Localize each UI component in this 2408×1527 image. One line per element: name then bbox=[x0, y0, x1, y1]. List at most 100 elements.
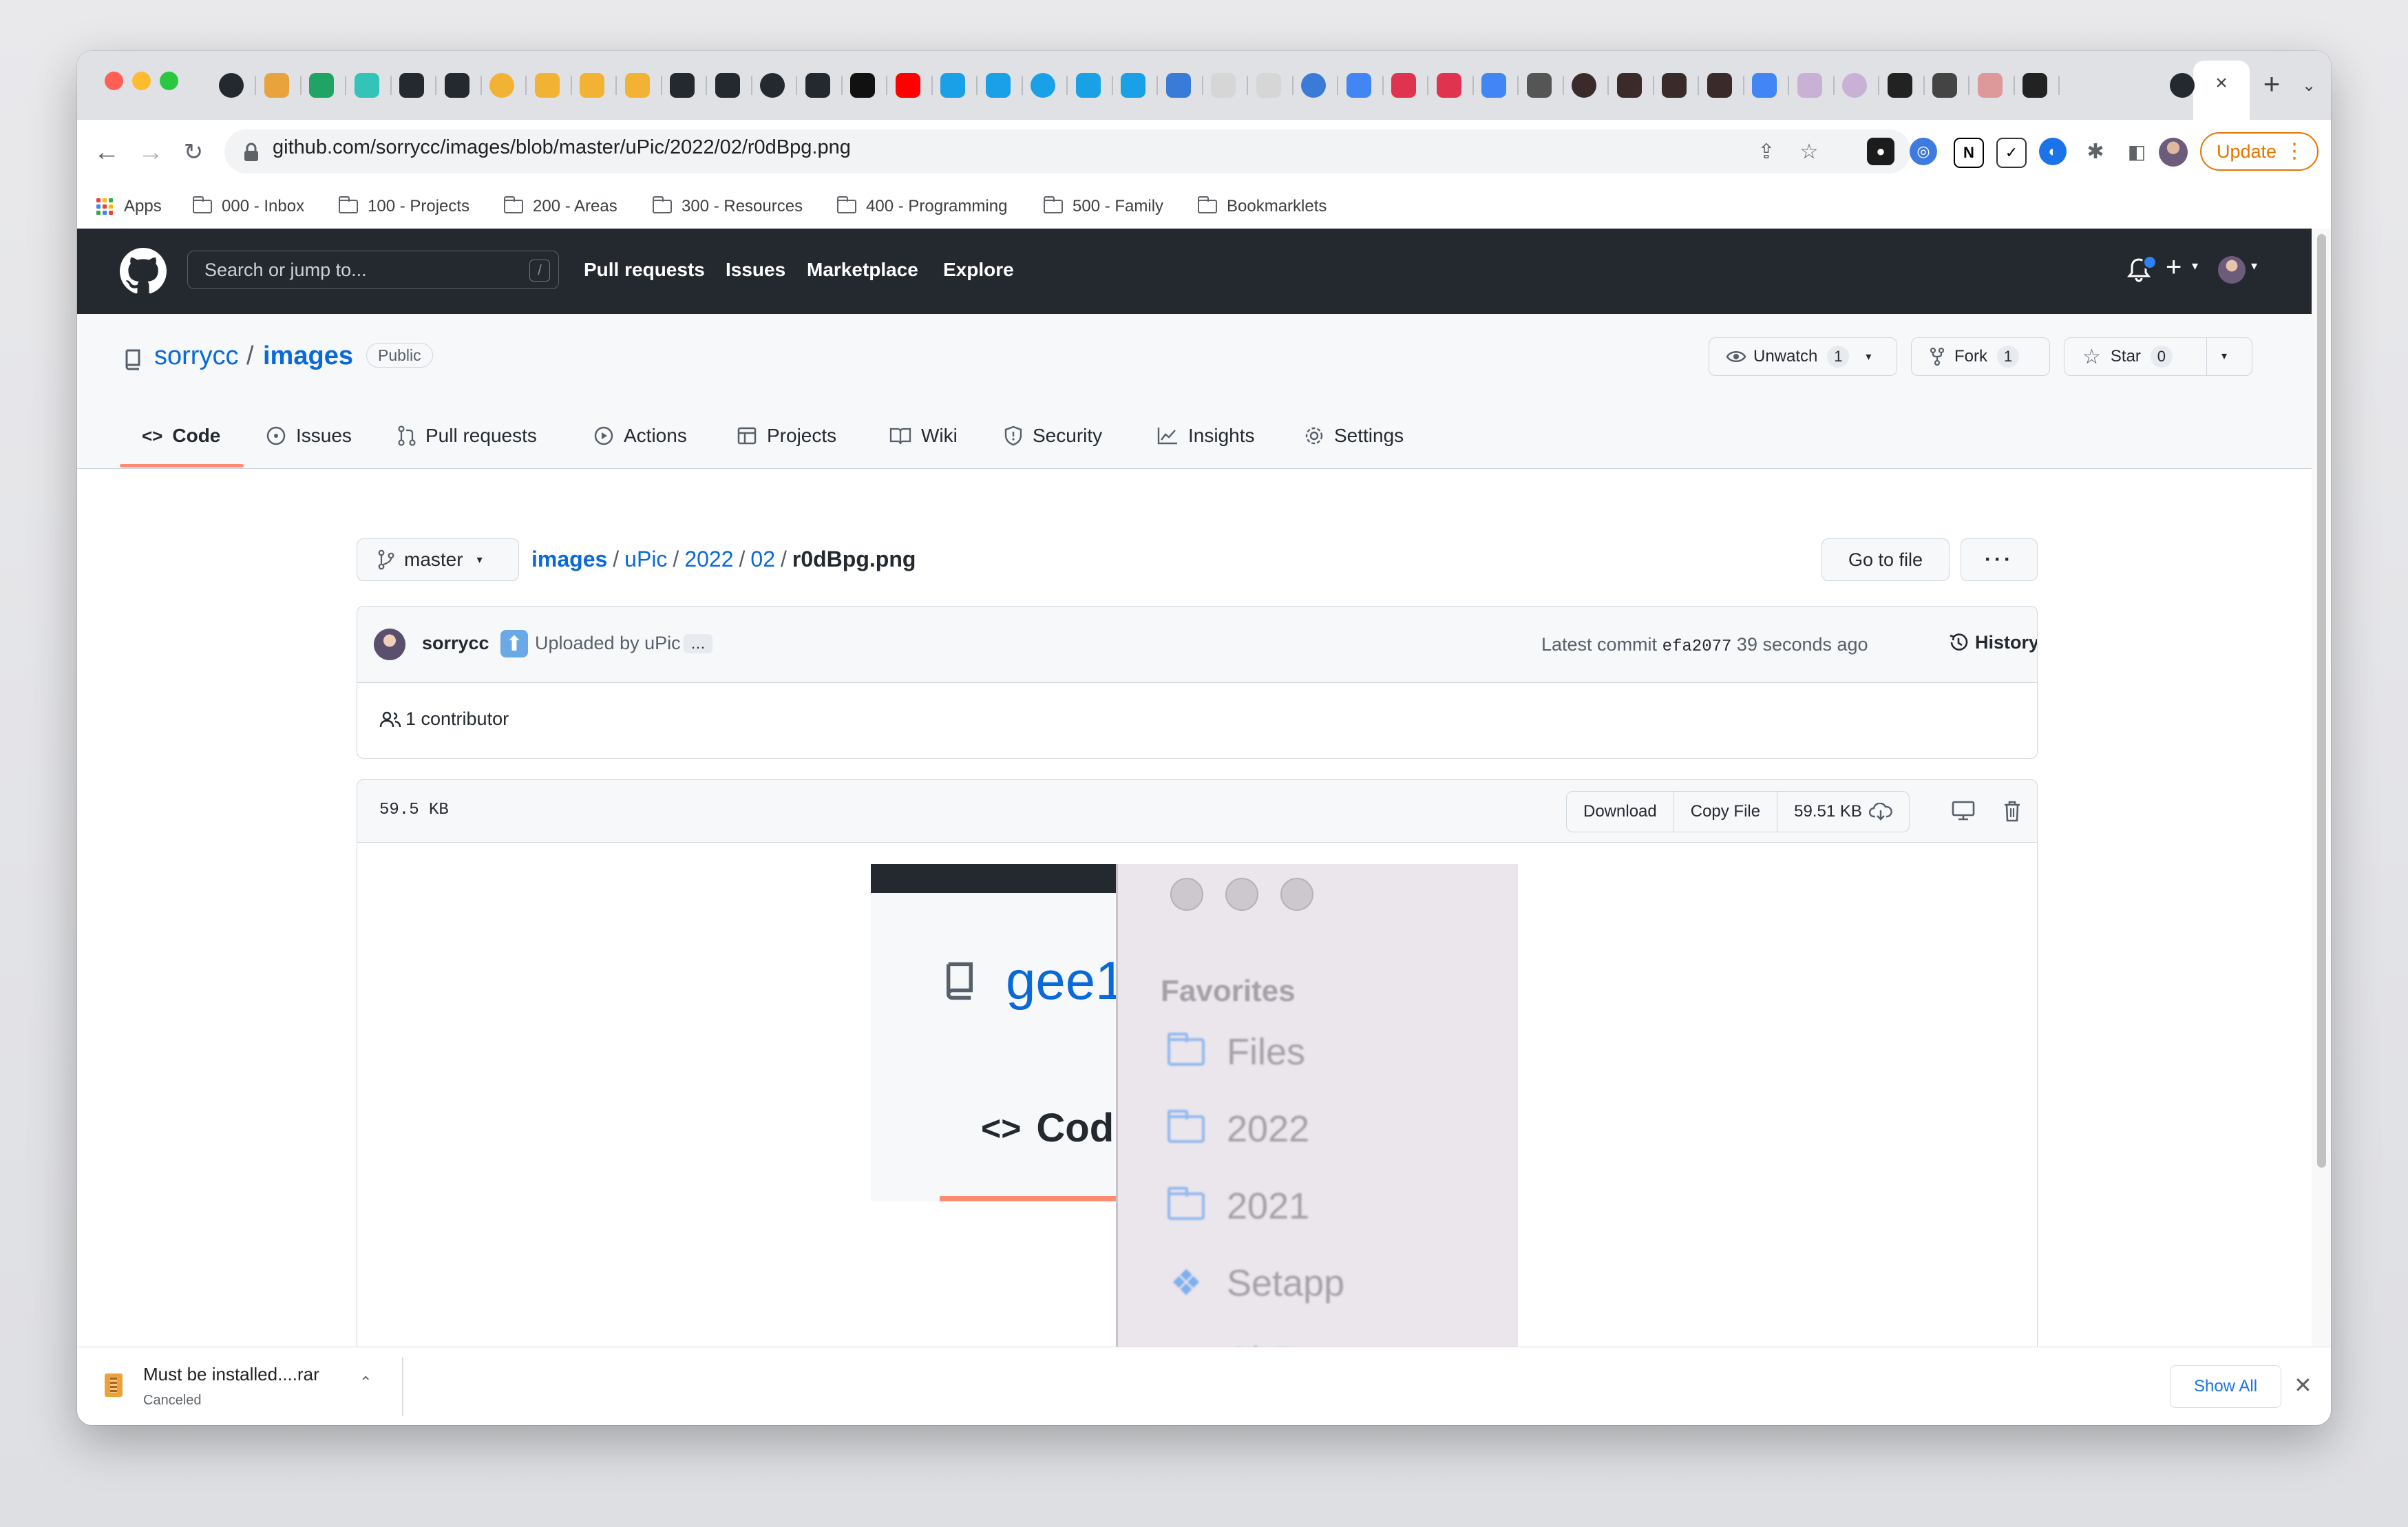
display-desktop-icon[interactable] bbox=[1952, 801, 1975, 821]
tab-favicon-icon[interactable] bbox=[1977, 73, 2003, 98]
chevron-down-icon[interactable]: ▾ bbox=[2192, 259, 2198, 273]
tab-favicon-icon[interactable] bbox=[1752, 73, 1777, 98]
bookmark-folder[interactable]: 000 - Inbox bbox=[193, 194, 304, 219]
nav-pull-requests[interactable]: Pull requests bbox=[584, 259, 705, 281]
tab-favicon-icon[interactable] bbox=[805, 73, 830, 98]
tab-favicon-icon[interactable] bbox=[1075, 73, 1101, 98]
tab-favicon-icon[interactable] bbox=[670, 73, 695, 98]
tab-issues[interactable]: Issues bbox=[266, 421, 352, 450]
commit-sha-link[interactable]: efa2077 bbox=[1662, 638, 1732, 656]
bookmark-folder[interactable]: 200 - Areas bbox=[504, 194, 617, 219]
commit-author-link[interactable]: sorrycc bbox=[422, 633, 489, 654]
tab-security[interactable]: Security bbox=[1004, 421, 1102, 450]
extension-icon[interactable]: ✓ bbox=[1996, 138, 2027, 168]
bookmark-apps[interactable]: Apps bbox=[96, 194, 162, 219]
tab-insights[interactable]: Insights bbox=[1157, 421, 1255, 450]
more-options-button[interactable]: ··· bbox=[1961, 538, 2038, 581]
tab-favicon-icon[interactable] bbox=[2022, 73, 2047, 98]
extension-icon[interactable]: ◎ bbox=[1910, 138, 1937, 165]
puzzle-extensions-icon[interactable]: ✱ bbox=[2082, 138, 2109, 165]
tab-favicon-icon[interactable] bbox=[624, 73, 650, 98]
tab-favicon-icon[interactable] bbox=[1391, 73, 1416, 98]
tab-pull-requests[interactable]: Pull requests bbox=[398, 421, 537, 450]
tab-favicon-icon[interactable] bbox=[534, 73, 560, 98]
tab-projects[interactable]: Projects bbox=[737, 421, 836, 450]
tab-favicon-icon[interactable] bbox=[1662, 73, 1687, 98]
tab-favicon-icon[interactable] bbox=[1707, 73, 1732, 98]
trash-icon[interactable] bbox=[2003, 799, 2022, 823]
notion-extension-icon[interactable]: N bbox=[1954, 138, 1984, 168]
chevron-up-icon[interactable]: ⌃ bbox=[359, 1373, 372, 1391]
close-shelf-icon[interactable]: ✕ bbox=[2294, 1372, 2312, 1398]
tab-favicon-icon[interactable] bbox=[1165, 73, 1191, 98]
breadcrumb-link[interactable]: uPic bbox=[624, 547, 667, 571]
tab-favicon-icon[interactable] bbox=[444, 73, 469, 98]
repo-owner-link[interactable]: sorrycc bbox=[154, 341, 238, 371]
copy-file-button[interactable]: Copy File bbox=[1674, 792, 1778, 832]
tab-favicon-icon[interactable] bbox=[760, 73, 785, 98]
tab-favicon-icon[interactable] bbox=[580, 73, 604, 98]
tab-favicon-icon[interactable] bbox=[985, 73, 1011, 98]
download-button[interactable]: Download bbox=[1567, 792, 1674, 832]
tab-favicon-icon[interactable] bbox=[1526, 73, 1552, 98]
profile-avatar[interactable] bbox=[2159, 138, 2188, 167]
share-icon[interactable]: ⇪ bbox=[1753, 138, 1780, 165]
bookmark-folder[interactable]: Bookmarklets bbox=[1198, 194, 1327, 219]
chevron-down-icon[interactable]: ▾ bbox=[2221, 349, 2227, 363]
tab-favicon-icon[interactable] bbox=[895, 73, 920, 98]
bookmark-star-icon[interactable]: ☆ bbox=[1795, 138, 1823, 165]
close-window-button[interactable] bbox=[105, 72, 123, 90]
tab-favicon-icon[interactable] bbox=[1301, 73, 1326, 98]
tab-favicon-icon[interactable] bbox=[1211, 73, 1236, 98]
scrollbar-thumb[interactable] bbox=[2317, 234, 2326, 1168]
tab-code[interactable]: <> Code bbox=[142, 421, 220, 450]
chevron-down-icon[interactable]: ▾ bbox=[2251, 259, 2257, 273]
tab-favicon-icon[interactable] bbox=[219, 73, 244, 98]
bookmark-folder[interactable]: 100 - Projects bbox=[339, 194, 469, 219]
fork-button[interactable]: Fork 1 bbox=[1911, 337, 2050, 376]
reload-icon[interactable]: ↻ bbox=[176, 135, 211, 169]
go-to-file-button[interactable]: Go to file bbox=[1821, 538, 1950, 581]
tab-favicon-icon[interactable] bbox=[1436, 73, 1461, 98]
extension-icon[interactable]: ● bbox=[1867, 138, 1894, 165]
branch-select-button[interactable]: master ▾ bbox=[357, 538, 519, 581]
breadcrumb-link[interactable]: 02 bbox=[750, 547, 775, 571]
page-scrollbar[interactable] bbox=[2312, 229, 2331, 1425]
bookmark-folder[interactable]: 400 - Programming bbox=[837, 194, 1007, 219]
breadcrumb-link[interactable]: 2022 bbox=[684, 547, 733, 571]
zoom-window-button[interactable] bbox=[160, 72, 178, 90]
tab-favicon-icon[interactable] bbox=[1346, 73, 1371, 98]
tab-wiki[interactable]: Wiki bbox=[889, 421, 958, 450]
tab-favicon-icon[interactable] bbox=[1887, 73, 1912, 98]
bookmark-folder[interactable]: 500 - Family bbox=[1044, 194, 1163, 219]
expand-commit-message-button[interactable]: … bbox=[684, 634, 712, 653]
tab-favicon-icon[interactable] bbox=[1842, 73, 1867, 98]
tab-actions[interactable]: Actions bbox=[593, 421, 687, 450]
tab-favicon-icon[interactable] bbox=[715, 73, 740, 98]
url-text[interactable]: github.com/sorrycc/images/blob/master/uP… bbox=[273, 136, 851, 159]
show-all-button[interactable]: Show All bbox=[2170, 1365, 2281, 1408]
tab-favicon-icon[interactable] bbox=[850, 73, 875, 98]
tab-favicon-icon[interactable] bbox=[1572, 73, 1596, 98]
nav-marketplace[interactable]: Marketplace bbox=[807, 259, 918, 281]
tab-favicon-icon[interactable] bbox=[1797, 73, 1822, 98]
tab-favicon-icon[interactable] bbox=[1121, 73, 1145, 98]
tab-favicon-icon[interactable] bbox=[1481, 73, 1506, 98]
unwatch-button[interactable]: Unwatch 1 ▾ bbox=[1709, 337, 1897, 376]
minimize-window-button[interactable] bbox=[132, 72, 151, 90]
tab-favicon-icon[interactable] bbox=[489, 73, 514, 98]
github-tab-icon[interactable] bbox=[2170, 73, 2195, 98]
tab-favicon-icon[interactable] bbox=[399, 73, 424, 98]
tab-favicon-icon[interactable] bbox=[1031, 73, 1055, 98]
bookmark-folder[interactable]: 300 - Resources bbox=[653, 194, 803, 219]
forward-arrow-icon[interactable]: → bbox=[134, 135, 168, 169]
history-link[interactable]: History bbox=[1947, 631, 2037, 653]
tab-search-chevron-icon[interactable]: ⌄ bbox=[2295, 72, 2323, 99]
commit-author-avatar[interactable] bbox=[374, 629, 405, 660]
nav-explore[interactable]: Explore bbox=[943, 259, 1014, 281]
tab-favicon-icon[interactable] bbox=[1932, 73, 1957, 98]
lock-icon[interactable] bbox=[242, 142, 260, 162]
breadcrumb-repo-link[interactable]: images bbox=[531, 547, 607, 571]
new-tab-button[interactable]: + bbox=[2258, 67, 2285, 100]
github-logo-icon[interactable] bbox=[120, 248, 167, 295]
